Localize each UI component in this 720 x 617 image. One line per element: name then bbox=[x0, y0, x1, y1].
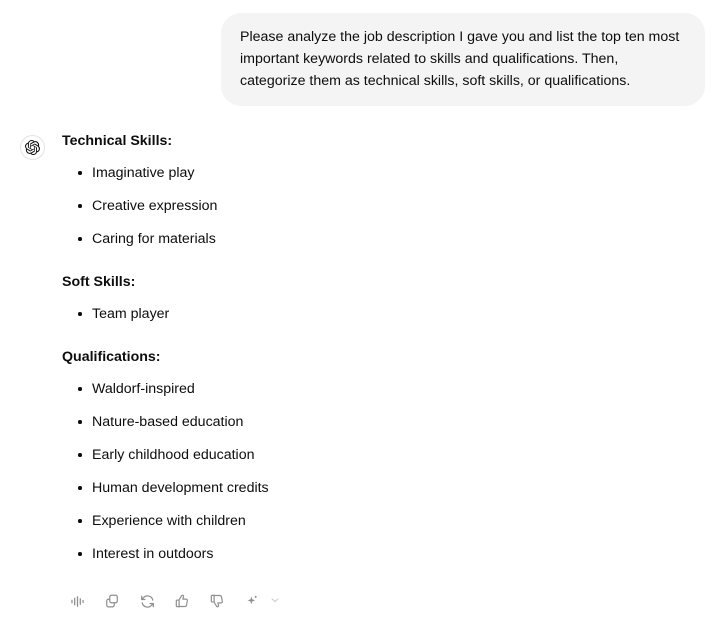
list-item: Team player bbox=[62, 304, 700, 324]
bullet-list: Waldorf-inspired Nature-based education … bbox=[62, 379, 700, 564]
copy-button[interactable] bbox=[99, 588, 125, 614]
openai-logo-icon bbox=[24, 140, 40, 155]
read-aloud-button[interactable] bbox=[64, 588, 90, 614]
section-heading: Soft Skills: bbox=[62, 274, 136, 290]
section-technical-skills: Technical Skills: Imaginative play Creat… bbox=[62, 131, 700, 249]
section-qualifications: Qualifications: Waldorf-inspired Nature-… bbox=[62, 347, 700, 564]
more-options-button[interactable] bbox=[267, 590, 283, 612]
avatar bbox=[19, 135, 45, 160]
good-response-button[interactable] bbox=[169, 588, 195, 614]
bad-response-button[interactable] bbox=[204, 588, 230, 614]
bullet-list: Team player bbox=[62, 304, 700, 324]
sparkle-icon bbox=[244, 593, 260, 609]
list-item: Nature-based education bbox=[62, 412, 700, 432]
assistant-turn: Technical Skills: Imaginative play Creat… bbox=[0, 106, 720, 614]
list-item: Imaginative play bbox=[62, 163, 700, 183]
thumbs-down-icon bbox=[209, 593, 225, 609]
section-soft-skills: Soft Skills: Team player bbox=[62, 272, 700, 324]
list-item: Experience with children bbox=[62, 511, 700, 531]
user-message-text: Please analyze the job description I gav… bbox=[240, 29, 684, 89]
assistant-message-body: Technical Skills: Imaginative play Creat… bbox=[62, 131, 720, 614]
list-item: Waldorf-inspired bbox=[62, 379, 700, 399]
user-turn: Please analyze the job description I gav… bbox=[0, 0, 720, 106]
list-item: Caring for materials bbox=[62, 229, 700, 249]
sound-wave-icon bbox=[69, 593, 86, 610]
regenerate-button[interactable] bbox=[134, 588, 160, 614]
copy-icon bbox=[104, 593, 120, 609]
message-action-bar bbox=[62, 588, 700, 614]
avatar-column bbox=[0, 131, 64, 160]
list-item: Creative expression bbox=[62, 196, 700, 216]
list-item: Interest in outdoors bbox=[62, 544, 700, 564]
list-item: Human development credits bbox=[62, 478, 700, 498]
switch-model-button[interactable] bbox=[239, 588, 265, 614]
bullet-list: Imaginative play Creative expression Car… bbox=[62, 163, 700, 249]
section-heading: Technical Skills: bbox=[62, 133, 173, 149]
list-item: Early childhood education bbox=[62, 445, 700, 465]
chevron-down-icon bbox=[269, 594, 281, 609]
refresh-icon bbox=[139, 593, 156, 610]
thumbs-up-icon bbox=[174, 593, 190, 609]
section-heading: Qualifications: bbox=[62, 349, 161, 365]
user-message-bubble: Please analyze the job description I gav… bbox=[221, 13, 705, 106]
